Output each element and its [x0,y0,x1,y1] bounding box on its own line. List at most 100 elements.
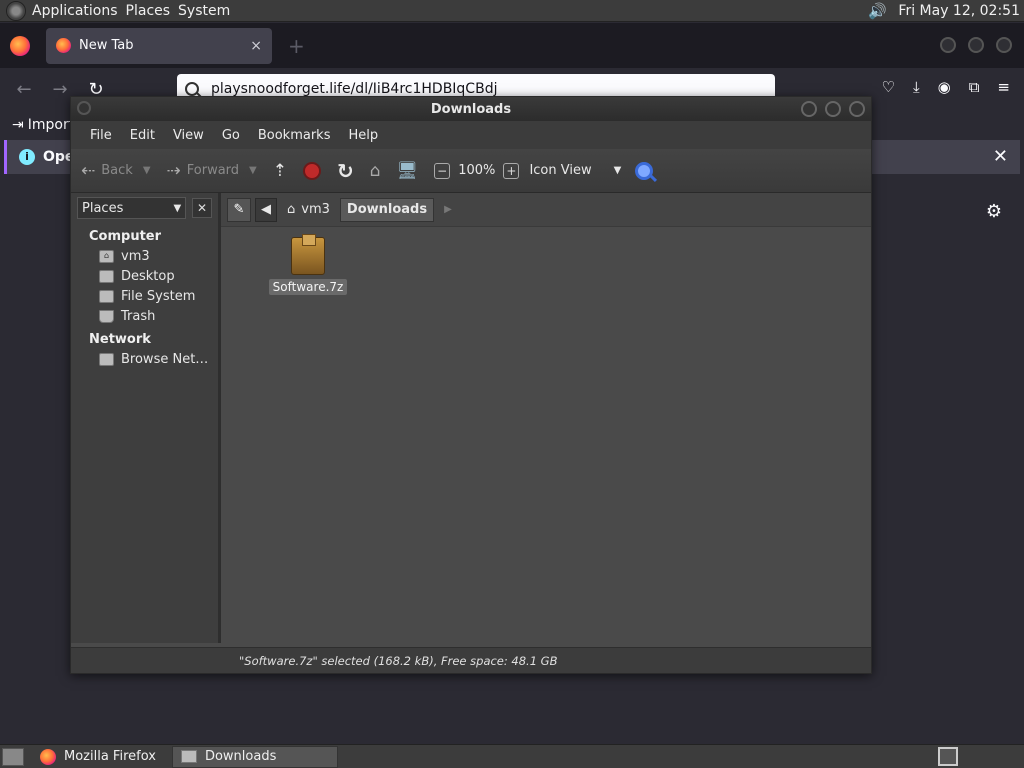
close-notification-icon[interactable]: ✕ [993,146,1008,167]
top-panel: Applications Places System 🔊 Fri May 12,… [0,0,1024,22]
stop-icon [303,161,321,180]
computer-button[interactable]: 🖥 [397,161,419,181]
close-window-button[interactable] [849,101,865,117]
firefox-window-controls [940,37,1012,53]
url-text[interactable]: playsnoodforget.life/dl/IiB4rc1HDBIqCBdj [211,81,497,97]
path-right-arrow[interactable]: ▶ [438,198,458,222]
edit-location-icon[interactable]: ✎ [227,197,251,222]
menu-go[interactable]: Go [213,128,249,143]
extensions-icon[interactable]: ⧉ [969,78,980,96]
up-arrow-icon: ⇡ [272,160,287,181]
gear-icon[interactable]: ⚙ [986,201,1002,222]
menu-bookmarks[interactable]: Bookmarks [249,128,340,143]
reload-icon: ↻ [337,158,354,183]
sidebar-section-network: Network [89,332,151,347]
zoom-out-icon: − [434,162,451,179]
pocket-icon[interactable]: ♡ [882,78,895,96]
close-window-button[interactable] [996,37,1012,53]
forward-arrow-icon: ⇢ [166,160,181,181]
sidebar-item-vm3[interactable]: ⌂ vm3 [71,246,218,266]
close-sidebar-button[interactable]: ✕ [192,198,212,218]
drive-icon [99,289,114,303]
sidebar-type-select[interactable]: Places ▼ [77,197,187,219]
fm-toolbar: ⇠ Back ▼ ⇢ Forward ▼ ⇡ ↻ ⌂ 🖥 − 100% + Ic… [71,149,871,193]
import-icon: ⇥ [12,117,24,133]
bottom-taskbar: Mozilla Firefox Downloads [0,744,1024,768]
status-bar: "Software.7z" selected (168.2 kB), Free … [71,647,871,673]
menu-icon[interactable]: ≡ [997,78,1010,96]
volume-icon[interactable]: 🔊 [866,2,888,20]
places-sidebar: Places ▼ ✕ Computer ⌂ vm3 Desktop File S… [71,193,221,643]
path-button-downloads[interactable]: Downloads [339,197,435,222]
path-button-vm3[interactable]: ⌂ vm3 [281,198,336,222]
downloads-icon[interactable]: ⤓ [913,78,920,96]
network-icon [99,352,114,366]
file-view[interactable]: ✎ ◀ ⌂ vm3 Downloads ▶ Software.7z [221,193,871,643]
close-tab-icon[interactable]: × [250,38,262,54]
chevron-down-icon: ▼ [173,202,182,214]
sidebar-item-desktop[interactable]: Desktop [71,266,218,286]
forward-button[interactable]: ⇢ Forward ▼ [167,161,257,181]
view-mode-select[interactable]: Icon View ▼ [529,163,621,178]
minimize-button[interactable] [940,37,956,53]
window-menu-button[interactable] [77,101,91,115]
tab-new-tab[interactable]: New Tab × [46,27,272,64]
maximize-button[interactable] [968,37,984,53]
zoom-in-button[interactable]: + [503,162,520,179]
maximize-button[interactable] [825,101,841,117]
taskbar-item-downloads[interactable]: Downloads [171,745,338,768]
sidebar-item-trash[interactable]: Trash [71,306,218,326]
panel-tray: 🔊 Fri May 12, 02:51 [866,2,1024,20]
reload-button[interactable]: ↻ [337,159,354,183]
path-left-arrow[interactable]: ◀ [255,197,277,222]
workspace-switcher[interactable] [938,747,958,766]
tab-title: New Tab [79,38,134,53]
zoom-in-icon: + [503,162,520,179]
computer-icon: 🖥 [396,160,419,181]
up-button[interactable]: ⇡ [273,161,287,181]
package-icon [291,234,325,275]
new-tab-button[interactable]: + [288,34,305,58]
stop-button[interactable] [303,161,321,180]
chevron-down-icon[interactable]: ▼ [143,165,151,176]
desktop-folder-icon [99,269,114,283]
home-button[interactable]: ⌂ [370,161,381,181]
system-menu[interactable]: System [178,3,238,19]
zoom-out-button[interactable]: − [434,162,451,179]
home-folder-icon: ⌂ [287,202,296,217]
back-arrow-icon: ⇠ [81,160,96,181]
menu-file[interactable]: File [81,128,121,143]
fm-titlebar[interactable]: Downloads [71,97,871,121]
firefox-icon [40,748,56,765]
account-icon[interactable]: ◉ [938,78,951,96]
chevron-down-icon: ▼ [613,165,622,176]
places-menu[interactable]: Places [126,3,179,19]
applications-menu[interactable]: Applications [32,3,126,19]
zoom-level[interactable]: 100% [458,163,495,178]
menu-view[interactable]: View [164,128,213,143]
chevron-down-icon[interactable]: ▼ [249,165,257,176]
trash-icon [99,309,114,323]
sidebar-section-computer: Computer [89,229,162,244]
back-button[interactable]: ⇠ Back ▼ [81,161,151,181]
back-arrow-icon[interactable]: ← [10,79,38,100]
folder-icon [180,750,197,763]
sidebar-item-file-system[interactable]: File System [71,286,218,306]
firefox-tabbar: New Tab × + [0,23,1024,68]
minimize-button[interactable] [801,101,817,117]
taskbar-item-firefox[interactable]: Mozilla Firefox [32,746,164,768]
sidebar-item-browse-network[interactable]: Browse Net… [71,349,218,369]
home-folder-icon: ⌂ [369,160,381,181]
firefox-tab-icon [56,38,71,53]
gnome-foot-icon[interactable] [6,0,26,21]
search-icon [185,82,199,96]
menu-edit[interactable]: Edit [121,128,164,143]
home-folder-icon: ⌂ [99,249,114,263]
import-bookmarks-link[interactable]: Import [28,117,74,133]
show-desktop-icon[interactable] [2,747,24,766]
menu-help[interactable]: Help [339,128,387,143]
firefox-logo-icon[interactable] [10,35,30,56]
clock[interactable]: Fri May 12, 02:51 [898,3,1020,19]
file-item[interactable]: Software.7z [268,234,348,295]
search-icon[interactable] [635,161,654,180]
